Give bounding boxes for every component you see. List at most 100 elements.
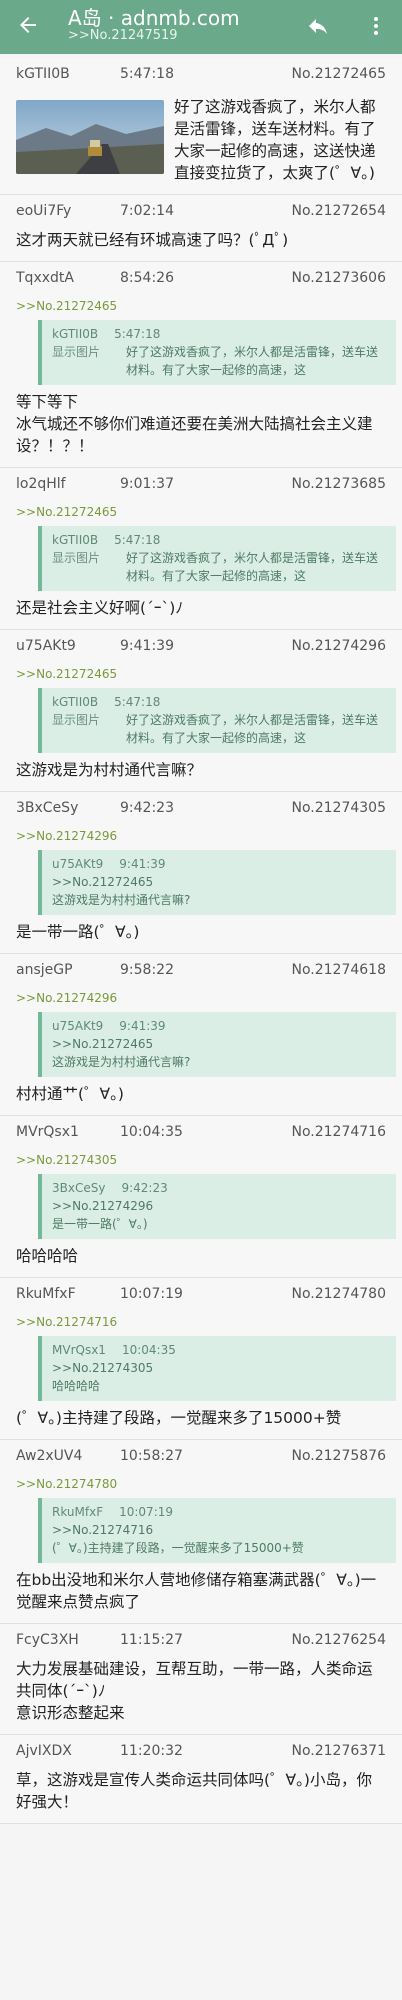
quoted-post[interactable]: RkuMfxF 10:07:19 >>No.21274716 (゜∀。)主持建了段… [38, 1498, 396, 1563]
quoted-poster-id: kGTII0B [52, 327, 99, 341]
quoted-poster-id: MVrQsx1 [52, 1343, 106, 1357]
post-number[interactable]: No.21274716 [292, 1124, 387, 1140]
post-image[interactable] [16, 100, 164, 174]
reply-post[interactable]: FcyC3XH 11:15:27 No.21276254 大力发展基础建设，互帮… [0, 1624, 402, 1735]
reply-icon[interactable] [306, 14, 330, 38]
reply-reference-link[interactable]: >>No.21272465 [16, 298, 386, 314]
post-meta: FcyC3XH 11:15:27 No.21276254 [16, 1632, 386, 1652]
poster-id[interactable]: RkuMfxF [16, 1286, 76, 1302]
post-time: 10:04:35 [120, 1124, 183, 1140]
post-number[interactable]: No.21276254 [292, 1632, 387, 1648]
more-vert-icon[interactable] [364, 14, 388, 38]
quoted-poster-id: u75AKt9 [52, 857, 104, 871]
reply-post[interactable]: MVrQsx1 10:04:35 No.21274716 >>No.212743… [0, 1116, 402, 1278]
reply-reference-link[interactable]: >>No.21274716 [16, 1314, 386, 1330]
reply-post[interactable]: Aw2xUV4 10:58:27 No.21275876 >>No.212747… [0, 1440, 402, 1624]
reply-post[interactable]: AjvIXDX 11:20:32 No.21276371 草，这游戏是宣传人类命… [0, 1735, 402, 1824]
poster-id[interactable]: kGTII0B [16, 66, 70, 82]
reply-reference-link[interactable]: >>No.21274296 [16, 990, 386, 1006]
quoted-post[interactable]: u75AKt9 9:41:39 >>No.21272465 这游戏是为村村通代言嘛… [38, 1012, 396, 1077]
post-body: 这游戏是为村村通代言嘛？ [16, 761, 203, 779]
post-number[interactable]: No.21276371 [292, 1743, 387, 1759]
post-body: 还是社会主义好啊(´ｰ`)ﾉ [16, 599, 184, 617]
post-number[interactable]: No.21274305 [292, 800, 387, 816]
post-time: 11:20:32 [120, 1743, 183, 1759]
reply-reference-link[interactable]: >>No.21274296 [16, 828, 386, 844]
reply-reference-link[interactable]: >>No.21272465 [16, 666, 386, 682]
post-time: 9:42:23 [120, 800, 174, 816]
reply-post[interactable]: TqxxdtA 8:54:26 No.21273606 >>No.2127246… [0, 262, 402, 468]
poster-id[interactable]: TqxxdtA [16, 270, 74, 286]
reply-post[interactable]: eoUi7Fy 7:02:14 No.21272654 这才两天就已经有环城高速… [0, 195, 402, 262]
post-time: 8:54:26 [120, 270, 174, 286]
show-image-link[interactable]: 显示图片 [52, 549, 126, 585]
post-number[interactable]: No.21274618 [292, 962, 387, 978]
post-number[interactable]: No.21273606 [292, 270, 387, 286]
reply-reference-link[interactable]: >>No.21272465 [16, 504, 386, 520]
post-body: 在bb出没地和米尔人营地修储存箱塞满武器(゜∀。)一觉醒来点赞点疯了 [16, 1571, 377, 1611]
quoted-poster-id: kGTII0B [52, 533, 99, 547]
quoted-post[interactable]: MVrQsx1 10:04:35 >>No.21274305 哈哈哈哈 [38, 1336, 396, 1401]
poster-id[interactable]: 3BxCeSy [16, 800, 78, 816]
post-meta: RkuMfxF 10:07:19 No.21274780 [16, 1286, 386, 1306]
poster-id[interactable]: ansjeGP [16, 962, 73, 978]
poster-id[interactable]: u75AKt9 [16, 638, 76, 654]
reply-post[interactable]: lo2qHlf 9:01:37 No.21273685 >>No.2127246… [0, 468, 402, 630]
reply-post[interactable]: ansjeGP 9:58:22 No.21274618 >>No.2127429… [0, 954, 402, 1116]
reply-post[interactable]: RkuMfxF 10:07:19 No.21274780 >>No.212747… [0, 1278, 402, 1440]
quoted-post-text: 好了这游戏香疯了，米尔人都是活雷锋，送车送材料。有了大家一起修的高速，这 [126, 345, 379, 377]
quoted-post-time: 9:42:23 [121, 1181, 168, 1195]
quoted-poster-id: 3BxCeSy [52, 1181, 106, 1195]
quoted-post-time: 5:47:18 [114, 533, 161, 547]
quoted-post-time: 10:07:19 [119, 1505, 174, 1519]
quoted-post-text: >>No.21272465 这游戏是为村村通代言嘛? [52, 1037, 191, 1069]
post-meta: TqxxdtA 8:54:26 No.21273606 [16, 270, 386, 290]
quoted-post[interactable]: u75AKt9 9:41:39 >>No.21272465 这游戏是为村村通代言嘛… [38, 850, 396, 915]
post-number[interactable]: No.21274780 [292, 1286, 387, 1302]
show-image-link[interactable]: 显示图片 [52, 711, 126, 747]
quoted-poster-id: RkuMfxF [52, 1505, 104, 1519]
reply-reference-link[interactable]: >>No.21274305 [16, 1152, 386, 1168]
post-number[interactable]: No.21275876 [292, 1448, 387, 1464]
quoted-poster-id: kGTII0B [52, 695, 99, 709]
quoted-post-text: >>No.21274305 哈哈哈哈 [52, 1361, 154, 1393]
post-body: 这才两天就已经有环城高速了吗？(ﾟДﾟ) [16, 231, 289, 249]
post-meta: lo2qHlf 9:01:37 No.21273685 [16, 476, 386, 496]
post-number[interactable]: No.21274296 [292, 638, 387, 654]
quoted-poster-id: u75AKt9 [52, 1019, 104, 1033]
reply-post[interactable]: kGTII0B 5:47:18 No.21272465 好了这游戏香疯了，米尔人… [0, 58, 402, 195]
quoted-post-time: 10:04:35 [121, 1343, 176, 1357]
app-title: A岛 · adnmb.com [68, 6, 240, 30]
post-meta: u75AKt9 9:41:39 No.21274296 [16, 638, 386, 658]
post-body: 好了这游戏香疯了，米尔人都是活雷锋，送车送材料。有了大家一起修的高速，这送快递直… [174, 98, 376, 182]
poster-id[interactable]: MVrQsx1 [16, 1124, 79, 1140]
quoted-post[interactable]: 3BxCeSy 9:42:23 >>No.21274296 是一带一路(゜∀。) [38, 1174, 396, 1239]
poster-id[interactable]: Aw2xUV4 [16, 1448, 82, 1464]
post-time: 9:01:37 [120, 476, 174, 492]
poster-id[interactable]: AjvIXDX [16, 1743, 72, 1759]
reply-list: kGTII0B 5:47:18 No.21272465 好了这游戏香疯了，米尔人… [0, 58, 402, 1824]
post-meta: eoUi7Fy 7:02:14 No.21272654 [16, 203, 386, 223]
show-image-link[interactable]: 显示图片 [52, 343, 126, 379]
reply-reference-link[interactable]: >>No.21274780 [16, 1476, 386, 1492]
poster-id[interactable]: eoUi7Fy [16, 203, 71, 219]
poster-id[interactable]: FcyC3XH [16, 1632, 79, 1648]
post-number[interactable]: No.21273685 [292, 476, 387, 492]
quoted-post[interactable]: kGTII0B 5:47:18 显示图片 好了这游戏香疯了，米尔人都是活雷锋，送车… [38, 526, 396, 591]
reply-post[interactable]: 3BxCeSy 9:42:23 No.21274305 >>No.2127429… [0, 792, 402, 954]
post-time: 9:41:39 [120, 638, 174, 654]
arrow-left-icon[interactable] [16, 13, 40, 37]
quoted-post-text: 好了这游戏香疯了，米尔人都是活雷锋，送车送材料。有了大家一起修的高速，这 [126, 551, 379, 583]
quoted-post-time: 5:47:18 [114, 327, 161, 341]
quoted-post[interactable]: kGTII0B 5:47:18 显示图片 好了这游戏香疯了，米尔人都是活雷锋，送车… [38, 320, 396, 385]
post-time: 10:58:27 [120, 1448, 183, 1464]
poster-id[interactable]: lo2qHlf [16, 476, 66, 492]
post-number[interactable]: No.21272654 [292, 203, 387, 219]
post-number[interactable]: No.21272465 [292, 66, 387, 82]
post-body: 草，这游戏是宣传人类命运共同体吗(゜∀。)小岛，你好强大！ [16, 1771, 372, 1811]
quoted-post[interactable]: kGTII0B 5:47:18 显示图片 好了这游戏香疯了，米尔人都是活雷锋，送车… [38, 688, 396, 753]
reply-post[interactable]: u75AKt9 9:41:39 No.21274296 >>No.2127246… [0, 630, 402, 792]
post-meta: Aw2xUV4 10:58:27 No.21275876 [16, 1448, 386, 1468]
post-meta: 3BxCeSy 9:42:23 No.21274305 [16, 800, 386, 820]
post-body: 是一带一路(゜∀。) [16, 923, 140, 941]
